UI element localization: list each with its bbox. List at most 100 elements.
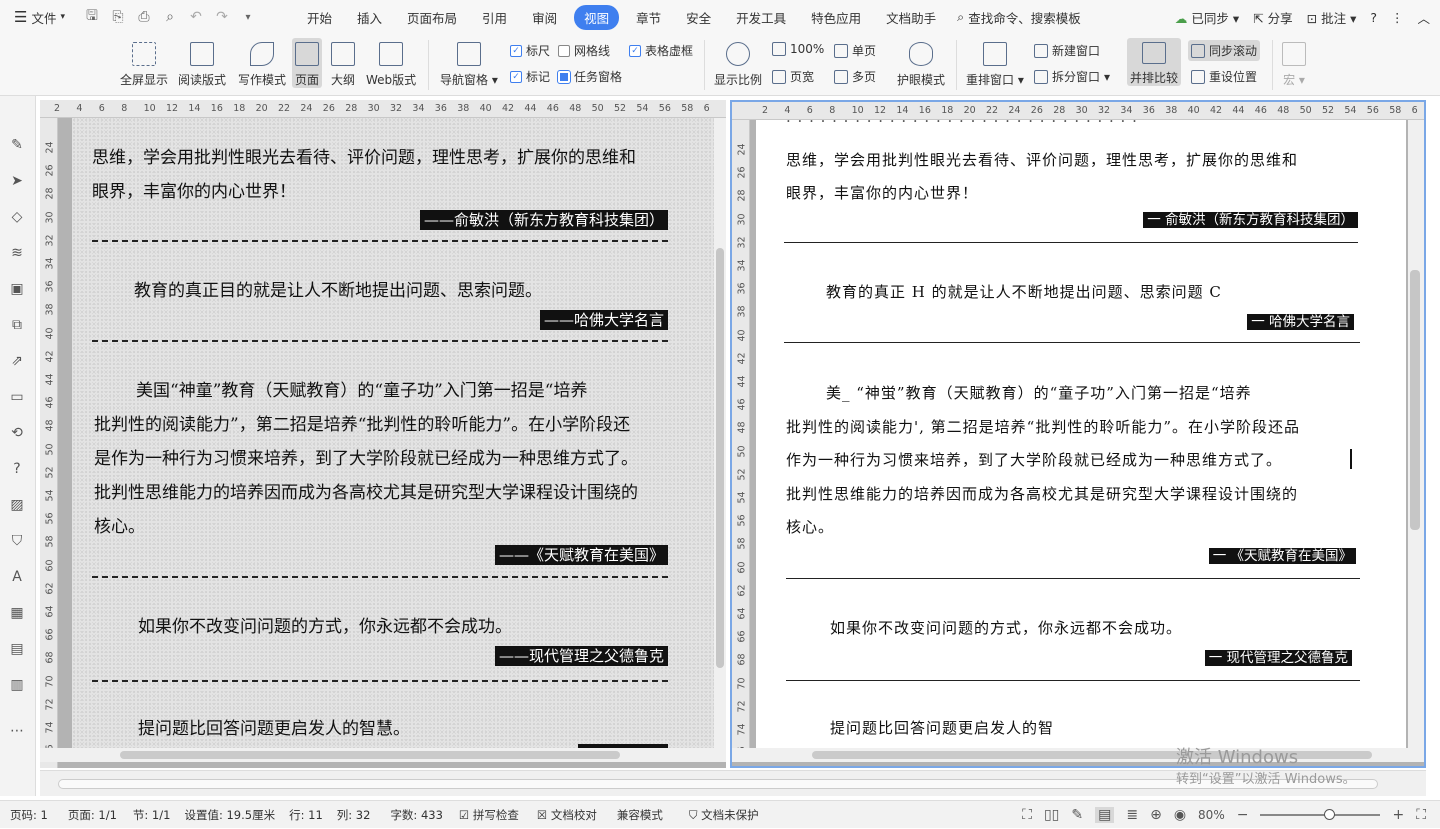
tab-view[interactable]: 视图: [574, 4, 620, 30]
vertical-scrollbar[interactable]: [1408, 120, 1424, 750]
page-view-button[interactable]: 页面: [292, 38, 323, 88]
tab-references[interactable]: 引用: [474, 5, 515, 30]
fullscreen-button[interactable]: 全屏显示: [120, 38, 168, 88]
scrollbar-thumb[interactable]: [120, 751, 620, 759]
page-view-icon[interactable]: ▤: [1095, 807, 1115, 823]
status-section[interactable]: 节: 1/1: [133, 807, 171, 823]
page-width-button[interactable]: 页宽: [772, 68, 814, 85]
horizontal-scrollbar[interactable]: [732, 748, 1424, 762]
tab-insert[interactable]: 插入: [349, 5, 390, 30]
redo-icon[interactable]: ↷: [213, 9, 231, 25]
shield-icon[interactable]: ⛉: [8, 532, 26, 550]
status-col[interactable]: 列: 32: [337, 807, 371, 823]
print-icon[interactable]: ⎙: [135, 9, 153, 25]
gridlines-checkbox[interactable]: 网格线: [558, 42, 610, 59]
tab-review[interactable]: 审阅: [524, 5, 565, 30]
more-icon[interactable]: ⋮: [1391, 10, 1404, 25]
sync-scroll-button[interactable]: 同步滚动: [1188, 40, 1261, 61]
print-preview-icon[interactable]: ⌕: [161, 9, 179, 25]
table-icon[interactable]: ▦: [8, 604, 26, 622]
outline-view-button[interactable]: 大纲: [331, 38, 355, 88]
export-icon[interactable]: ⎘: [109, 9, 127, 25]
select-pointer-icon[interactable]: ➤: [8, 172, 26, 190]
spell-check-button[interactable]: ☑ 拼写检查: [459, 807, 519, 823]
web-view-button[interactable]: Web版式: [366, 38, 416, 88]
web-view-icon[interactable]: ⊕: [1150, 807, 1162, 823]
nav-pane-button[interactable]: 导航窗格 ▾: [440, 38, 498, 88]
history-icon[interactable]: ⟲: [8, 424, 26, 442]
side-by-side-button[interactable]: 并排比较: [1127, 38, 1182, 86]
tab-security[interactable]: 安全: [678, 5, 719, 30]
text-color-icon[interactable]: A: [8, 568, 26, 586]
help-circle-icon[interactable]: ?: [8, 460, 26, 478]
status-word-count[interactable]: 字数: 433: [390, 807, 442, 823]
style-icon[interactable]: ≋: [8, 244, 26, 262]
task-pane-checkbox[interactable]: 任务窗格: [557, 68, 622, 85]
markup-checkbox[interactable]: ✓ 标记: [510, 68, 550, 85]
picture-icon[interactable]: ▨: [8, 496, 26, 514]
reading-view-icon[interactable]: ▯▯: [1044, 807, 1059, 823]
pen-tool-icon[interactable]: ✎: [8, 136, 26, 154]
fit-window-icon[interactable]: ⛶: [1416, 807, 1426, 823]
tab-section[interactable]: 章节: [628, 5, 669, 30]
undo-icon[interactable]: ↶: [187, 9, 205, 25]
save-icon[interactable]: 🖫: [83, 5, 101, 29]
help-icon[interactable]: ?: [1370, 10, 1377, 25]
status-setting[interactable]: 设置值: 19.5厘米: [184, 807, 275, 823]
write-view-icon[interactable]: ✎: [1071, 807, 1083, 823]
new-window-button[interactable]: 新建窗口: [1034, 42, 1100, 59]
apps-grid-icon[interactable]: ▤: [8, 640, 26, 658]
customize-chevron-icon[interactable]: ▾: [239, 12, 257, 23]
focus-mode-icon[interactable]: ⛶: [1022, 807, 1032, 823]
vertical-scrollbar[interactable]: [714, 118, 726, 750]
macro-button[interactable]: 宏 ▾: [1282, 38, 1306, 88]
command-search[interactable]: ⌕ 查找命令、搜索模板: [957, 8, 1081, 27]
ruler-checkbox[interactable]: ✓ 标尺: [510, 42, 550, 59]
status-row[interactable]: 行: 11: [289, 807, 323, 823]
reading-mode-button[interactable]: 阅读版式: [178, 38, 226, 88]
connect-icon[interactable]: ⧉: [8, 316, 26, 334]
scrollbar-thumb[interactable]: [716, 248, 724, 668]
eye-mode-button[interactable]: 护眼模式: [897, 38, 945, 88]
zoom-slider[interactable]: [1260, 809, 1381, 820]
zoom-out-icon[interactable]: −: [1237, 807, 1249, 823]
multi-page-button[interactable]: 多页: [834, 68, 876, 85]
zoom-ratio-button[interactable]: 显示比例: [714, 38, 762, 88]
tab-developer[interactable]: 开发工具: [728, 5, 794, 30]
document-page-ocr[interactable]: · · · · · · · · · · · · · · · · · · · · …: [756, 120, 1406, 750]
tab-home[interactable]: 开始: [299, 5, 340, 30]
image-gallery-icon[interactable]: ▣: [8, 280, 26, 298]
status-page-number[interactable]: 页码: 1: [10, 807, 48, 823]
writing-mode-button[interactable]: 写作模式: [238, 38, 286, 88]
zoom-in-icon[interactable]: +: [1392, 807, 1404, 823]
tab-page-layout[interactable]: 页面布局: [399, 5, 465, 30]
export-share-icon[interactable]: ⇗: [8, 352, 26, 370]
split-window-button[interactable]: 拆分窗口 ▾: [1034, 68, 1110, 85]
doc-proof-button[interactable]: ☒ 文档校对: [537, 807, 597, 823]
single-page-button[interactable]: 单页: [834, 42, 876, 59]
archive-icon[interactable]: ▭: [8, 388, 26, 406]
chart-icon[interactable]: ▥: [8, 676, 26, 694]
horizontal-scrollbar[interactable]: [40, 748, 726, 762]
zoom-100-button[interactable]: 100%: [772, 42, 824, 56]
sync-button[interactable]: ☁ 已同步 ▾: [1175, 8, 1239, 27]
doc-protect-button[interactable]: ⛉ 文档未保护: [689, 807, 759, 823]
share-button[interactable]: ⇱ 分享: [1253, 8, 1292, 27]
tab-features[interactable]: 特色应用: [803, 5, 869, 30]
status-pages[interactable]: 页面: 1/1: [68, 807, 117, 823]
scrollbar-thumb[interactable]: [1410, 270, 1420, 530]
outline-view-icon[interactable]: ≣: [1126, 807, 1138, 823]
comment-button[interactable]: ⊡ 批注 ▾: [1307, 8, 1357, 27]
shapes-icon[interactable]: ◇: [8, 208, 26, 226]
zoom-level[interactable]: 80%: [1198, 808, 1225, 822]
file-menu[interactable]: ☰ 文件 ▾: [0, 0, 73, 34]
more-tools-icon[interactable]: ⋯: [8, 722, 26, 740]
rearrange-window-button[interactable]: 重排窗口 ▾: [966, 38, 1024, 88]
collapse-ribbon-icon[interactable]: ︿: [1417, 8, 1430, 27]
reset-position-button[interactable]: 重设位置: [1191, 68, 1257, 85]
document-page-original[interactable]: · · · · · · · · · · · · · · · · · · · · …: [72, 118, 722, 748]
table-gridlines-checkbox[interactable]: ✓ 表格虚框: [629, 42, 693, 59]
eye-care-icon[interactable]: ◉: [1174, 807, 1186, 823]
zoom-slider-handle[interactable]: [1324, 809, 1336, 820]
tab-doc-assistant[interactable]: 文档助手: [878, 5, 944, 30]
